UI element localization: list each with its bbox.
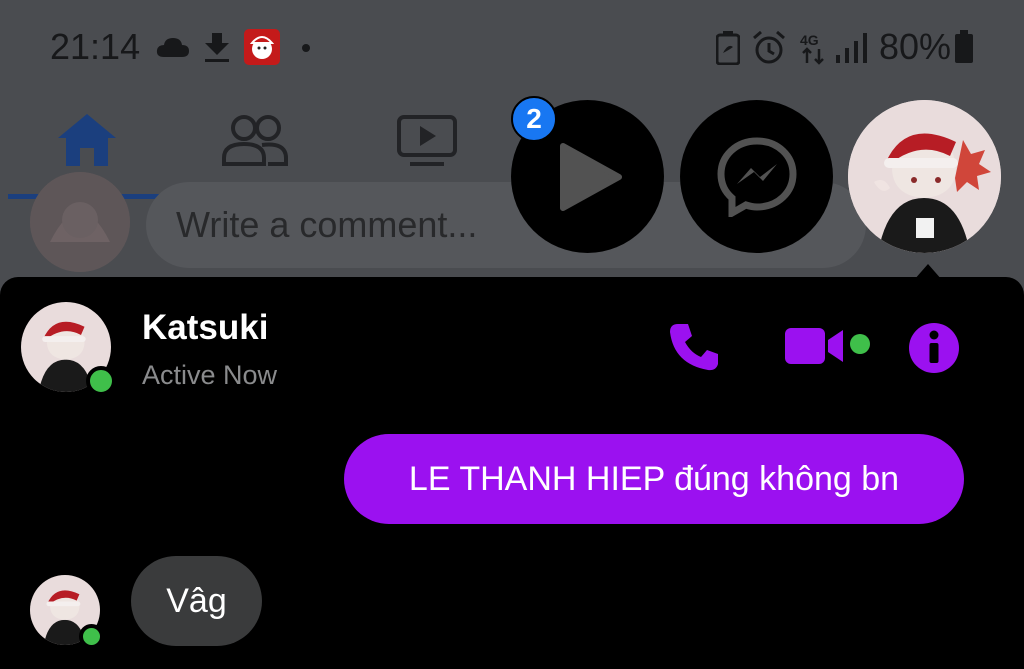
download-icon	[202, 31, 232, 63]
contact-online-indicator	[86, 366, 116, 396]
video-active-indicator	[850, 334, 870, 354]
battery-percent: 80%	[879, 26, 952, 67]
network-4g-icon: 4G	[800, 32, 828, 66]
messenger-icon	[717, 137, 797, 217]
info-icon	[909, 323, 959, 373]
signal-icon	[836, 33, 868, 63]
outgoing-message[interactable]: LE THANH HIEP đúng không bn	[344, 434, 964, 524]
status-bar: 21:14 4G 80%	[0, 0, 1024, 92]
friends-icon	[222, 114, 288, 166]
info-button[interactable]	[908, 322, 960, 374]
notification-badge: 2	[511, 96, 557, 142]
santa-app-icon	[244, 29, 280, 65]
comment-placeholder: Write a comment...	[176, 204, 478, 245]
katsuki-avatar-image	[848, 100, 1001, 253]
messenger-chat-head[interactable]	[680, 100, 833, 253]
battery-icon	[954, 30, 974, 64]
battery-saver-icon	[716, 31, 740, 65]
phone-call-button[interactable]	[668, 322, 720, 372]
sender-online-indicator	[79, 624, 104, 649]
home-icon	[56, 112, 118, 168]
video-call-button[interactable]	[785, 326, 845, 366]
comment-avatar	[30, 172, 130, 272]
watch-icon	[396, 114, 458, 168]
phone-icon	[670, 324, 718, 371]
svg-text:4G: 4G	[800, 32, 819, 48]
status-time: 21:14	[50, 26, 141, 67]
cloud-icon	[156, 36, 190, 58]
video-call-icon	[785, 328, 843, 364]
contact-status: Active Now	[142, 360, 278, 390]
play-icon	[557, 142, 623, 212]
dot-icon	[301, 43, 311, 53]
alarm-icon	[751, 30, 787, 66]
katsuki-chat-head[interactable]	[848, 100, 1001, 253]
contact-name[interactable]: Katsuki	[142, 308, 268, 348]
incoming-message[interactable]: Vâg	[131, 556, 262, 646]
